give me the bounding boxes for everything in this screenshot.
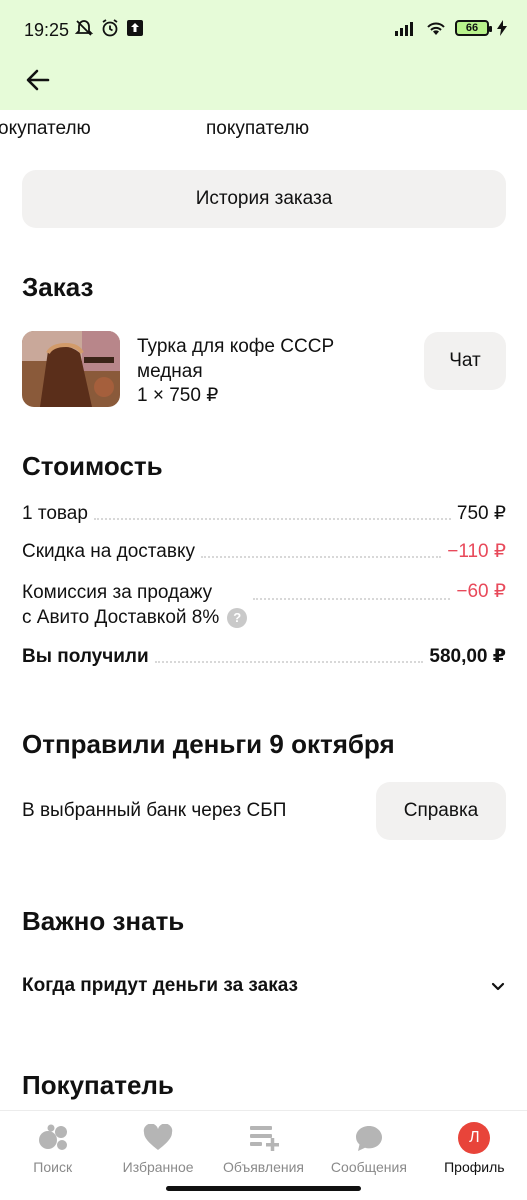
cost-label: 1 товар [22,503,88,524]
dotted-leader [253,598,451,600]
buyer-heading: Покупатель [22,1070,174,1100]
cost-value: −110 ₽ [447,541,506,562]
cost-row-delivery-discount: Скидка на доставку −110 ₽ [22,540,506,563]
nav-label: Избранное [122,1159,194,1175]
cost-value: 750 ₽ [456,503,506,524]
cost-label-line: Комиссия за продажу [22,582,213,603]
upload-notification-icon [127,20,143,36]
cost-row-total: Вы получили 580,00 ₽ [22,645,506,668]
nav-search[interactable]: Поиск [0,1111,105,1200]
cost-label: Вы получили [22,646,149,667]
heart-icon [141,1123,175,1153]
status-icons-left [74,18,144,38]
nav-label: Сообщения [330,1159,407,1175]
faq-item[interactable]: Когда придут деньги за заказ [22,962,506,1010]
charging-icon [497,20,507,36]
cost-label: Скидка на доставку [22,541,195,562]
home-indicator[interactable] [166,1186,361,1191]
faq-question: Когда придут деньги за заказ [22,975,298,996]
wifi-icon [427,22,445,35]
chevron-down-icon [491,982,505,991]
help-question-icon[interactable]: ? [227,608,248,628]
status-bar: 19:25 66 [0,0,527,60]
battery-indicator: 66 [455,20,492,36]
payout-heading: Отправили деньги 9 октября [22,729,395,759]
dotted-leader [200,556,442,558]
item-title[interactable]: Турка для кофе СССР медная [137,334,397,384]
nav-profile[interactable]: Л Профиль [422,1111,527,1200]
alarm-icon [102,19,118,37]
nav-label: Поиск [33,1159,73,1175]
status-time: 19:25 [24,20,70,40]
muted-bell-icon [74,20,94,36]
cost-row-items: 1 товар 750 ₽ [22,502,506,525]
cost-row-commission: Комиссия за продажу с Авито Доставкой 8%… [22,580,506,630]
chat-bubble-icon [352,1123,386,1153]
order-history-button[interactable]: История заказа [22,170,506,228]
search-bubbles-icon [36,1123,70,1153]
cost-label: Комиссия за продажу с Авито Доставкой 8%… [22,580,248,630]
item-thumbnail[interactable] [22,331,120,407]
dotted-leader [154,661,424,663]
status-icons-right: 66 [395,20,507,36]
dotted-leader [93,518,451,520]
item-quantity-price: 1 × 750 ₽ [137,385,219,406]
status-step-label: окупателю [0,118,91,139]
back-arrow-icon[interactable] [22,64,54,96]
nav-label: Профиль [444,1159,505,1175]
cost-label-line: с Авито Доставкой 8% [22,607,220,628]
avatar: Л [458,1122,491,1154]
order-heading: Заказ [22,272,94,302]
payout-text: В выбранный банк через СБП [22,800,287,821]
top-bar: 19:25 66 [0,0,527,110]
cost-value: 580,00 ₽ [429,646,506,667]
help-button[interactable]: Справка [376,782,506,840]
nav-label: Объявления [223,1159,304,1175]
chat-button[interactable]: Чат [424,332,506,390]
status-step-label: покупателю [206,118,310,139]
cost-heading: Стоимость [22,451,163,481]
listings-add-icon [247,1123,281,1153]
cost-value: −60 ₽ [456,581,506,602]
important-heading: Важно знать [22,906,185,936]
signal-icon [395,22,413,36]
